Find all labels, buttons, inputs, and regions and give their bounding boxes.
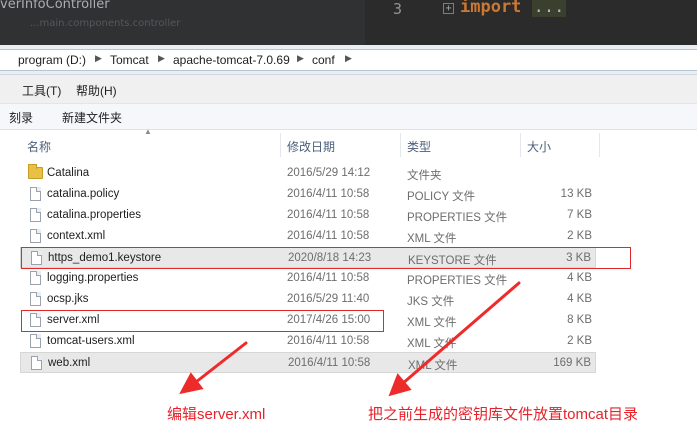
edit-server-xml-caption: 编辑server.xml bbox=[167, 406, 266, 423]
annotation-arrows bbox=[179, 281, 521, 397]
arrow-to-server-xml bbox=[194, 341, 248, 384]
arrow-to-keystore bbox=[400, 281, 521, 386]
keystore-caption: 把之前生成的密钥库文件放置tomcat目录 bbox=[368, 406, 639, 423]
arrowhead-icon bbox=[179, 372, 204, 395]
